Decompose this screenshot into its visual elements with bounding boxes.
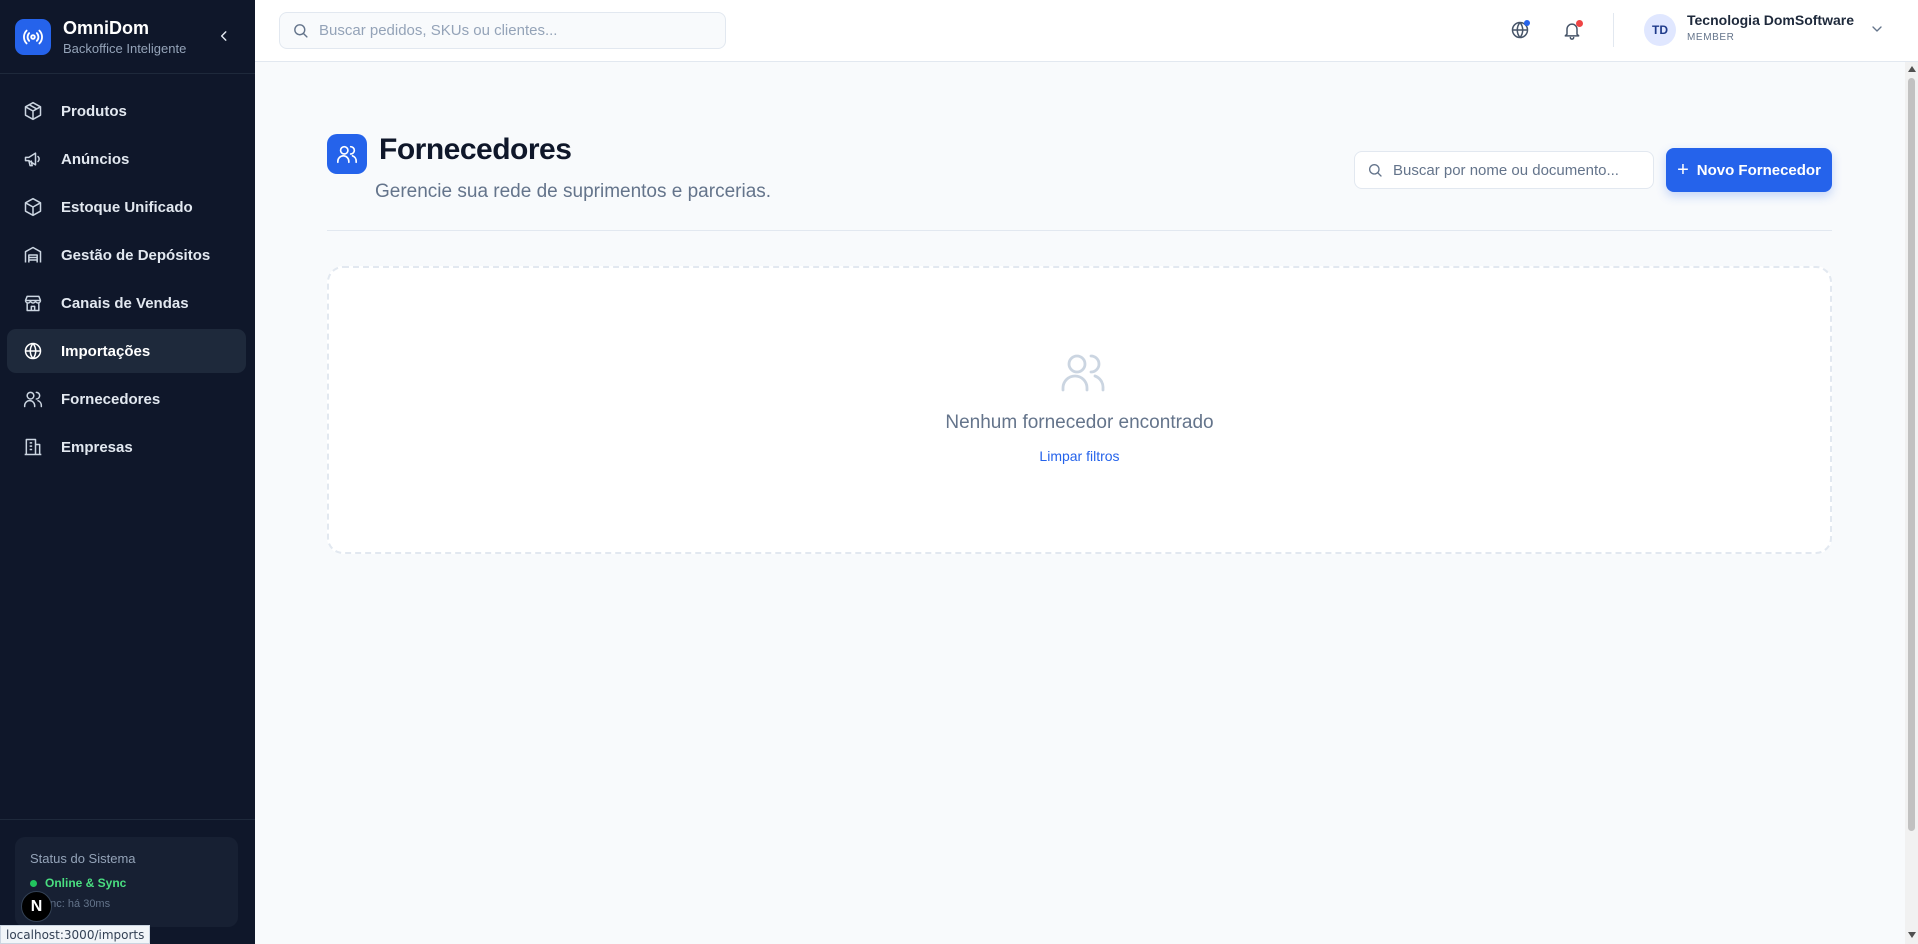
notification-dot (1576, 20, 1583, 27)
page-title: Fornecedores (379, 133, 572, 166)
page-subtitle: Gerencie sua rede de suprimentos e parce… (375, 181, 772, 202)
sidebar-item-label: Anúncios (61, 150, 130, 168)
sidebar-item-anuncios[interactable]: Anúncios (7, 137, 246, 181)
brand-name: OmniDom (63, 18, 150, 38)
link-url-tooltip: localhost:3000/imports (0, 925, 151, 944)
sidebar-item-estoque-unificado[interactable]: Estoque Unificado (7, 185, 246, 229)
header-separator (1613, 13, 1614, 47)
sidebar: OmniDom Backoffice Inteligente Produtos … (0, 0, 255, 944)
new-supplier-button[interactable]: + Novo Fornecedor (1666, 148, 1832, 192)
empty-state-card: Nenhum fornecedor encontrado Limpar filt… (327, 266, 1832, 554)
chevron-down-icon[interactable] (1869, 21, 1885, 37)
building-icon (22, 436, 44, 458)
sidebar-item-canais-de-vendas[interactable]: Canais de Vendas (7, 281, 246, 325)
indicator-dot (1524, 20, 1530, 26)
sidebar-divider (0, 73, 255, 74)
header-divider (327, 230, 1832, 231)
scrollbar[interactable] (1905, 62, 1918, 944)
broadcast-icon (15, 19, 51, 55)
sidebar-item-label: Gestão de Depósitos (61, 246, 211, 264)
status-online: Online & Sync (30, 876, 223, 890)
brand-subtitle: Backoffice Inteligente (63, 41, 187, 56)
global-search-input[interactable] (319, 22, 699, 39)
global-search[interactable] (279, 12, 726, 49)
sidebar-item-gestao-de-depositos[interactable]: Gestão de Depósitos (7, 233, 246, 277)
online-dot-icon (30, 879, 37, 887)
user-role: MEMBER (1687, 32, 1735, 43)
nextjs-dev-badge[interactable]: N (21, 891, 52, 922)
brand[interactable]: OmniDom Backoffice Inteligente (15, 17, 186, 57)
main-content: Fornecedores Gerencie sua rede de suprim… (255, 62, 1905, 944)
status-sync-time: a sync: há 30ms (30, 898, 111, 910)
sidebar-item-fornecedores[interactable]: Fornecedores (7, 377, 246, 421)
language-button[interactable] (1507, 17, 1533, 43)
notifications-button[interactable] (1559, 17, 1585, 43)
sidebar-item-label: Empresas (61, 438, 133, 456)
chevron-left-icon (220, 31, 227, 41)
clear-filters-link[interactable]: Limpar filtros (329, 448, 1830, 464)
sidebar-item-label: Fornecedores (61, 390, 161, 408)
user-name[interactable]: Tecnologia DomSoftware (1687, 12, 1854, 28)
empty-state-message: Nenhum fornecedor encontrado (945, 412, 1214, 433)
users-icon (327, 134, 367, 174)
store-icon (22, 292, 44, 314)
status-state: Online & Sync (45, 876, 127, 890)
collapse-sidebar-button[interactable] (214, 24, 234, 48)
search-icon (294, 24, 308, 38)
users-icon (1061, 354, 1105, 392)
globe-icon (22, 340, 44, 362)
sidebar-item-label: Canais de Vendas (61, 294, 189, 312)
supplier-search[interactable] (1354, 151, 1654, 189)
sidebar-divider (0, 819, 255, 820)
sidebar-item-empresas[interactable]: Empresas (7, 425, 246, 469)
package-icon (22, 100, 44, 122)
scroll-thumb[interactable] (1908, 78, 1915, 831)
search-icon (1369, 164, 1382, 177)
warehouse-icon (22, 244, 44, 266)
sidebar-item-label: Estoque Unificado (61, 198, 193, 216)
plus-icon: + (1677, 158, 1689, 181)
users-icon (22, 388, 44, 410)
top-header: TD Tecnologia DomSoftware MEMBER (255, 0, 1918, 62)
megaphone-icon (22, 148, 44, 170)
scroll-up-arrow-icon[interactable] (1908, 66, 1916, 72)
scroll-down-arrow-icon[interactable] (1908, 932, 1916, 938)
sidebar-nav: Produtos Anúncios Estoque Unificado Gest… (7, 89, 246, 473)
sidebar-item-label: Produtos (61, 102, 127, 120)
status-title: Status do Sistema (30, 851, 136, 866)
sidebar-item-importacoes[interactable]: Importações (7, 329, 246, 373)
avatar[interactable]: TD (1644, 14, 1676, 46)
sidebar-item-produtos[interactable]: Produtos (7, 89, 246, 133)
supplier-search-input[interactable] (1393, 161, 1643, 179)
sidebar-item-label: Importações (61, 342, 151, 360)
box-icon (22, 196, 44, 218)
new-supplier-label: Novo Fornecedor (1696, 161, 1821, 179)
